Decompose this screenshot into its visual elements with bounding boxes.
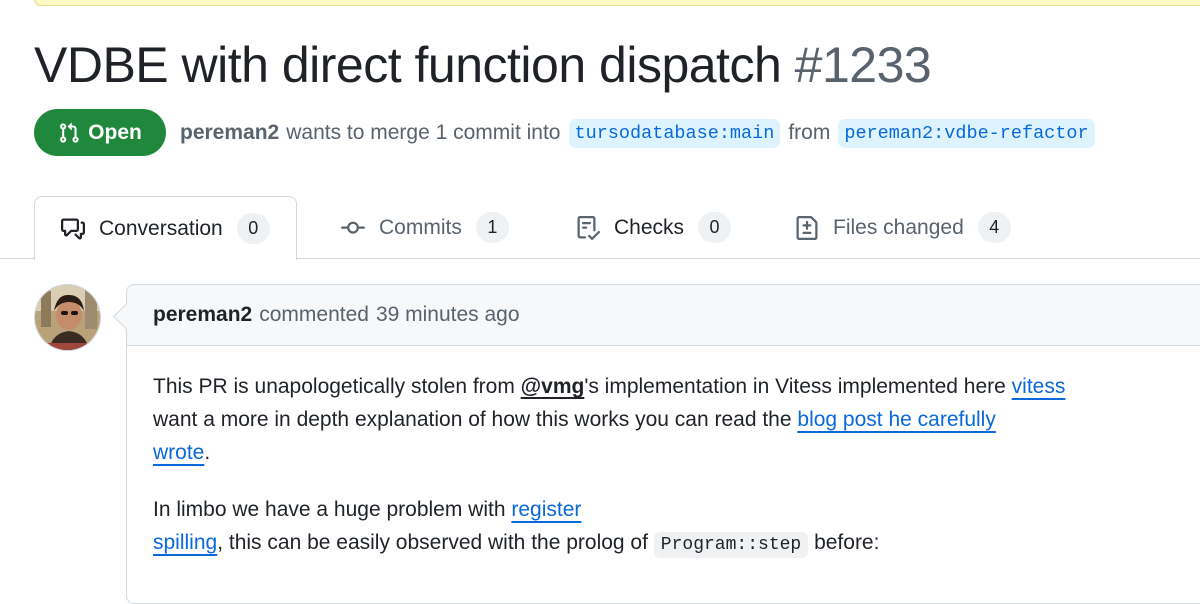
tab-checks-count: 0	[698, 212, 732, 243]
tab-conversation-count: 0	[236, 213, 270, 244]
comment-text: before:	[808, 531, 880, 554]
comment-line: wrote.	[153, 436, 1200, 469]
comment-text: .	[204, 441, 211, 464]
mention-link[interactable]: @vmg	[521, 375, 585, 398]
comment-text: 's implementation in Vitess implemented …	[584, 375, 1012, 398]
comment-header: pereman2 commented 39 minutes ago	[127, 285, 1200, 346]
comment-text: In limbo we have a huge problem with	[153, 498, 512, 521]
blog-post-link[interactable]: blog post he carefully	[797, 408, 995, 431]
comment-text: want a more in depth explanation of how …	[153, 408, 798, 431]
comment-text: , this can be easily observed with the p…	[217, 531, 654, 554]
tab-commits[interactable]: Commits 1	[341, 196, 509, 259]
base-branch[interactable]: tursodatabase:main	[568, 118, 781, 148]
comment-author-link[interactable]: pereman2	[153, 303, 252, 327]
vitess-link[interactable]: vitess	[1012, 375, 1066, 398]
comment-action: commented	[259, 303, 369, 326]
pr-title-text: VDBE with direct function dispatch	[34, 37, 782, 93]
pr-state-badge: Open	[34, 109, 166, 156]
tab-checks[interactable]: Checks 0	[576, 196, 732, 259]
tab-files-changed-count: 4	[977, 212, 1011, 243]
pr-number: #1233	[794, 37, 932, 93]
comment-discussion-icon	[61, 218, 85, 239]
comment-text: This PR is unapologetically stolen from	[153, 375, 521, 398]
comment-paragraph-2: In limbo we have a huge problem with reg…	[153, 493, 1200, 562]
tab-conversation[interactable]: Conversation 0	[34, 196, 297, 260]
pr-author-link[interactable]: pereman2	[180, 121, 279, 145]
comment-box: pereman2 commented 39 minutes ago This P…	[113, 284, 1200, 604]
git-commit-icon	[341, 221, 365, 234]
pr-tabs: Conversation 0 Commits 1 Checks 0 Files …	[0, 196, 1200, 260]
comment-body: This PR is unapologetically stolen from …	[153, 370, 1200, 586]
register-spilling-link[interactable]: register	[511, 498, 581, 521]
comment-timestamp[interactable]: 39 minutes ago	[376, 303, 520, 327]
avatar-photo	[35, 285, 100, 350]
comment-line: In limbo we have a huge problem with reg…	[153, 493, 1200, 526]
tab-commits-count: 1	[475, 212, 509, 243]
merge-text: wants to merge 1 commit into	[286, 121, 561, 144]
notice-banner	[34, 0, 1200, 6]
pr-meta: pereman2 wants to merge 1 commit into tu…	[180, 115, 1103, 151]
tab-checks-label: Checks	[614, 215, 685, 239]
comment-line: want a more in depth explanation of how …	[153, 403, 1200, 436]
pr-title: VDBE with direct function dispatch #1233	[34, 34, 932, 96]
avatar[interactable]	[34, 284, 101, 351]
comment-line: spilling, this can be easily observed wi…	[153, 526, 1200, 562]
git-pull-request-icon	[60, 122, 79, 143]
pr-state-label: Open	[88, 120, 142, 144]
tab-files-changed[interactable]: Files changed 4	[795, 196, 1011, 259]
from-text: from	[788, 121, 831, 144]
tab-commits-label: Commits	[379, 215, 462, 239]
tab-files-changed-label: Files changed	[833, 215, 964, 239]
inline-code: Program::step	[653, 532, 809, 558]
blog-post-link-continued[interactable]: wrote	[153, 441, 204, 464]
checklist-icon	[577, 215, 600, 240]
tab-conversation-label: Conversation	[99, 216, 223, 240]
comment-paragraph-1: This PR is unapologetically stolen from …	[153, 370, 1200, 469]
head-branch[interactable]: pereman2:vdbe-refactor	[838, 118, 1095, 148]
file-diff-icon	[796, 215, 818, 240]
comment-line: This PR is unapologetically stolen from …	[153, 370, 1200, 403]
register-spilling-link-continued[interactable]: spilling	[153, 531, 217, 554]
